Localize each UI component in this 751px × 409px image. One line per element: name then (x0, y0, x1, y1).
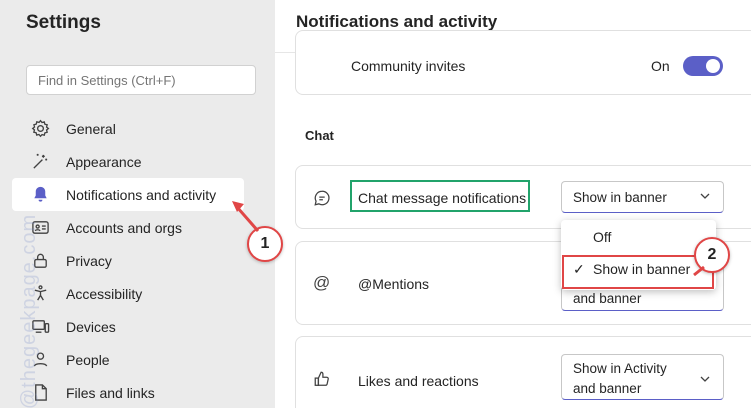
annotation-arrow-1 (232, 201, 260, 232)
search-input[interactable] (26, 65, 256, 95)
sidebar-item-label: General (66, 120, 116, 137)
sidebar-item-label: Accounts and orgs (66, 219, 182, 236)
chat-bubble-icon (313, 189, 331, 212)
community-invites-toggle[interactable] (683, 56, 723, 76)
select-value-line1: Show in Activity (573, 361, 667, 376)
toggle-knob (706, 59, 720, 73)
chevron-down-icon (699, 373, 711, 388)
bell-icon (30, 185, 50, 205)
sidebar-item-privacy[interactable]: Privacy (12, 244, 244, 277)
settings-nav: General Appearance Notifications and act… (12, 112, 244, 409)
sidebar-item-general[interactable]: General (12, 112, 244, 145)
dropdown-option-off[interactable]: Off (561, 227, 716, 251)
sidebar-item-label: Appearance (66, 153, 142, 170)
chat-message-select[interactable]: Show in banner (561, 181, 724, 213)
toggle-state-text: On (651, 58, 670, 74)
sidebar-item-label: Devices (66, 318, 116, 335)
sidebar-item-files[interactable]: Files and links (12, 376, 244, 409)
sidebar-item-accessibility[interactable]: Accessibility (12, 277, 244, 310)
at-sign-icon: @ (313, 273, 331, 292)
section-heading-chat: Chat (305, 128, 334, 143)
sidebar-item-devices[interactable]: Devices (12, 310, 244, 343)
sidebar-item-label: Accessibility (66, 285, 143, 302)
select-value: Show in banner (573, 190, 667, 205)
likes-select[interactable]: Show in Activity and banner (561, 354, 724, 400)
sidebar-item-notifications[interactable]: Notifications and activity (12, 178, 244, 211)
likes-label: Likes and reactions (358, 373, 479, 389)
annotation-arrow-2 (693, 265, 705, 277)
sidebar-item-label: Notifications and activity (66, 186, 217, 203)
sidebar-item-label: Privacy (66, 252, 112, 269)
likes-card: Likes and reactions Show in Activity and… (295, 336, 751, 408)
gear-icon (30, 119, 50, 139)
annotation-highlight-label (350, 180, 530, 212)
select-value-line2: and banner (573, 381, 642, 396)
page-title: Notifications and activity (296, 12, 498, 31)
mentions-label: @Mentions (358, 276, 430, 292)
community-invites-card: Community invites On (295, 30, 751, 95)
sidebar-title: Settings (26, 12, 101, 33)
sidebar-item-accounts[interactable]: Accounts and orgs (12, 211, 244, 244)
chevron-down-icon (699, 190, 711, 205)
watermark: @thegeekpage.com (18, 213, 41, 409)
community-invites-label: Community invites (351, 58, 466, 74)
sidebar-item-people[interactable]: People (12, 343, 244, 376)
wand-icon (30, 152, 50, 172)
sidebar-item-label: Files and links (66, 384, 155, 401)
select-value: and banner (573, 291, 642, 306)
sidebar-item-appearance[interactable]: Appearance (12, 145, 244, 178)
sidebar-item-label: People (66, 351, 110, 368)
thumbs-up-icon (313, 370, 331, 393)
